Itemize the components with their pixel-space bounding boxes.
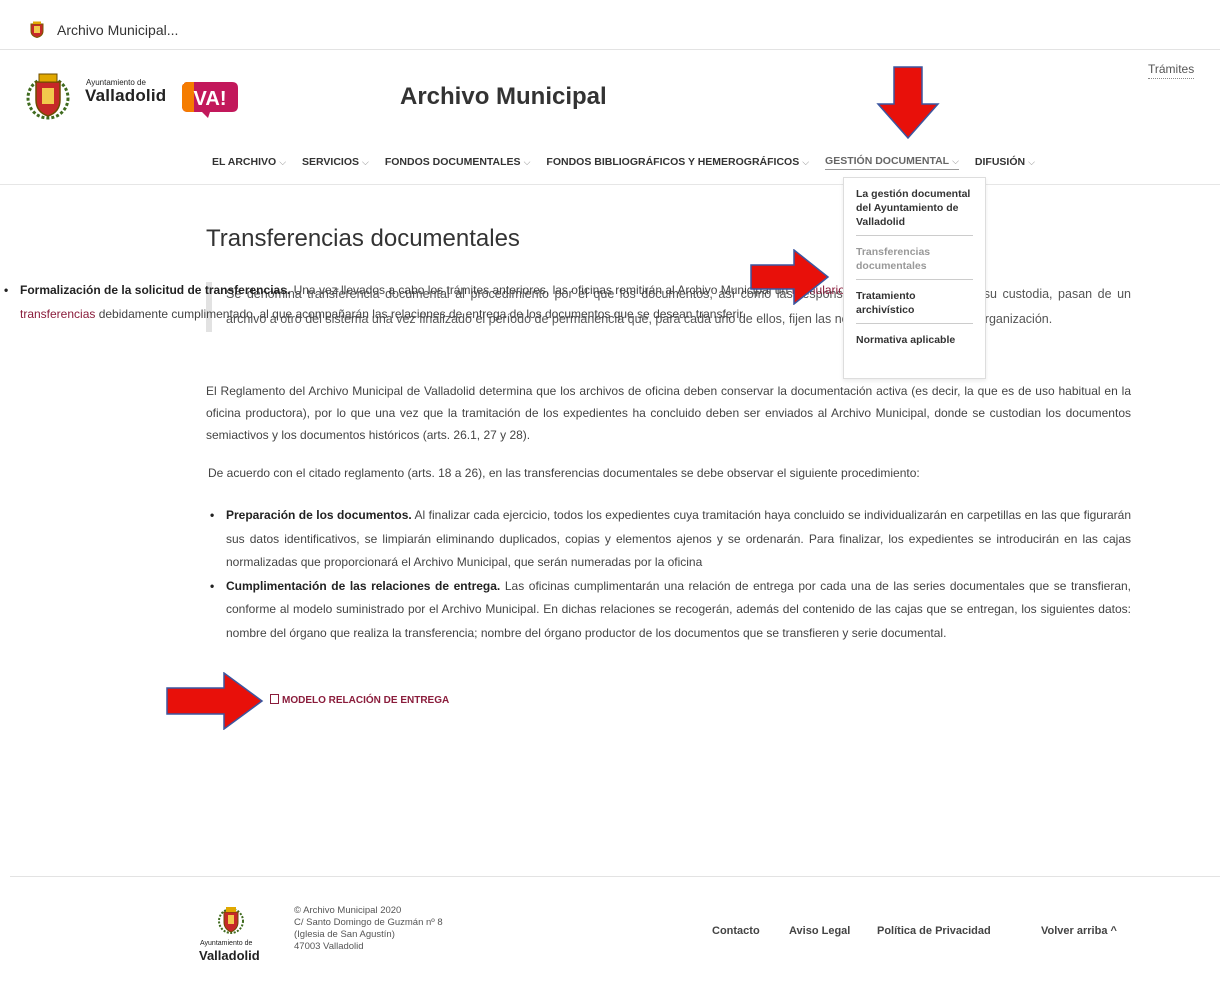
- footer-city: 47003 Valladolid: [294, 941, 364, 952]
- footer-address: © Archivo Municipal 2020 C/ Santo Doming…: [294, 905, 443, 953]
- tramites-link[interactable]: Trámites: [1148, 62, 1195, 79]
- footer-logo-big: Valladolid: [199, 948, 260, 963]
- va-logo[interactable]: VA!: [180, 80, 240, 120]
- nav-label: GESTIÓN DOCUMENTAL: [825, 154, 950, 167]
- main-nav: EL ARCHIVO ⌵ SERVICIOS ⌵ FONDOS DOCUMENTAL…: [212, 153, 1051, 171]
- footer-aviso-legal-link[interactable]: Aviso Legal: [789, 925, 850, 937]
- footer-contacto-link[interactable]: Contacto: [712, 925, 760, 937]
- nav-fondos-documentales[interactable]: FONDOS DOCUMENTALES ⌵: [385, 156, 531, 168]
- nav-fondos-bibliograficos[interactable]: FONDOS BIBLIOGRÁFICOS Y HEMEROGRÁFICOS ⌵: [546, 156, 809, 168]
- down-arrow-annotation: [876, 66, 940, 140]
- footer-divider: [10, 876, 1220, 877]
- nav-el-archivo[interactable]: EL ARCHIVO ⌵: [212, 156, 286, 168]
- nav-label: FONDOS DOCUMENTALES: [384, 156, 521, 168]
- footer-street: C/ Santo Domingo de Guzmán nº 8: [294, 917, 443, 928]
- valladolid-shield-icon[interactable]: [22, 70, 74, 122]
- nav-label: FONDOS BIBLIOGRÁFICOS Y HEMEROGRÁFICOS: [546, 156, 800, 168]
- va-logo-text: VA!: [194, 88, 227, 110]
- site-title[interactable]: Archivo Municipal: [400, 83, 607, 111]
- dropdown-item-transferencias[interactable]: Transferencias documentales: [856, 236, 973, 280]
- pdf-icon: [270, 694, 279, 704]
- logo-valladolid-text[interactable]: Valladolid: [85, 86, 166, 106]
- footer-shield-icon: [218, 907, 244, 934]
- procedimiento-intro: De acuerdo con el citado reglamento (art…: [208, 466, 920, 480]
- dropdown-item-normativa[interactable]: Normativa aplicable: [856, 324, 973, 353]
- gestion-documental-dropdown: La gestión documental del Ayuntamiento d…: [843, 177, 986, 379]
- list-item: Cumplimentación de las relaciones de ent…: [206, 575, 1131, 646]
- chevron-down-icon: ⌵: [279, 157, 287, 167]
- nav-difusion[interactable]: DIFUSIÓN ⌵: [975, 156, 1035, 168]
- dropdown-item-tratamiento[interactable]: Tratamiento archivístico: [856, 280, 973, 324]
- modelo-relacion-link[interactable]: MODELO RELACIÓN DE ENTREGA: [270, 694, 449, 706]
- main-content: Transferencias documentales Se denomina …: [206, 225, 1131, 640]
- footer-logo-small: Ayuntamiento de: [200, 940, 253, 947]
- modelo-link-label: MODELO RELACIÓN DE ENTREGA: [282, 695, 450, 706]
- nav-label: DIFUSIÓN: [974, 156, 1026, 168]
- page-title: Transferencias documentales: [206, 225, 520, 252]
- step-text: debidamente cumplimentado, al que acompa…: [95, 306, 746, 321]
- chevron-down-icon: ⌵: [523, 157, 531, 167]
- chevron-down-icon: ⌵: [362, 157, 369, 167]
- nav-label: SERVICIOS: [302, 156, 360, 168]
- footer-privacidad-link[interactable]: Política de Privacidad: [877, 925, 991, 937]
- dropdown-item-gestion[interactable]: La gestión documental del Ayuntamiento d…: [856, 178, 973, 236]
- site-header: Ayuntamiento de Valladolid VA! Archivo M…: [0, 50, 1220, 185]
- favicon-shield-icon: [30, 21, 44, 38]
- chevron-down-icon: ⌵: [802, 157, 810, 167]
- procedure-list: Preparación de los documentos. Al finali…: [206, 504, 1131, 645]
- volver-label: Volver arriba: [1041, 925, 1108, 937]
- browser-tab-title[interactable]: Archivo Municipal...: [57, 22, 178, 38]
- right-arrow-annotation: [750, 249, 830, 305]
- reglamento-paragraph: El Reglamento del Archivo Municipal de V…: [206, 384, 1131, 442]
- step-text: Una vez llevados a cabo los trámites ant…: [290, 283, 792, 297]
- right-arrow-annotation: [166, 672, 264, 730]
- nav-servicios[interactable]: SERVICIOS ⌵: [302, 156, 369, 168]
- nav-gestion-documental[interactable]: GESTIÓN DOCUMENTAL ⌵: [825, 155, 959, 170]
- chevron-down-icon: ⌵: [952, 155, 959, 166]
- nav-label: EL ARCHIVO: [212, 156, 277, 168]
- footer-building: (Iglesia de San Agustín): [294, 929, 395, 940]
- step-title: Formalización de la solicitud de transfe…: [20, 283, 291, 297]
- step-title: Preparación de los documentos.: [226, 508, 412, 522]
- chevron-down-icon: ⌵: [1028, 157, 1035, 167]
- step-title: Cumplimentación de las relaciones de ent…: [226, 578, 501, 593]
- chevron-up-icon: ^: [1110, 925, 1117, 937]
- volver-arriba-link[interactable]: Volver arriba ^: [1041, 925, 1117, 937]
- browser-tab-bar: Archivo Municipal...: [0, 0, 1220, 50]
- footer-copyright: © Archivo Municipal 2020: [294, 905, 402, 916]
- list-item: Preparación de los documentos. Al finali…: [206, 504, 1131, 575]
